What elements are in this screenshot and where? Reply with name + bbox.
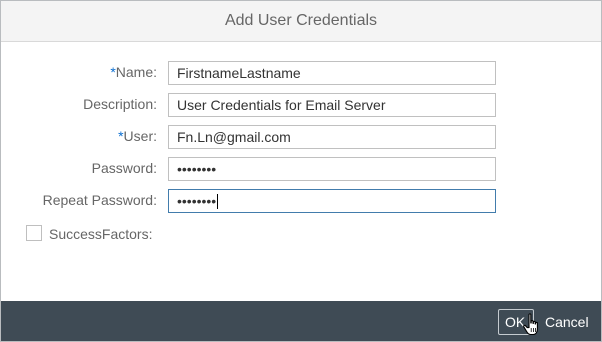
success-factors-label: SuccessFactors: <box>49 226 153 242</box>
text-caret <box>217 194 219 209</box>
user-input[interactable]: Fn.Ln@gmail.com <box>168 125 496 149</box>
dialog-footer: OK Cancel <box>1 301 601 341</box>
password-label: Password: <box>92 160 157 176</box>
dialog-title: Add User Credentials <box>224 12 378 29</box>
repeat-password-label-text: Repeat Password: <box>42 192 157 208</box>
user-input-value: Fn.Ln@gmail.com <box>177 129 291 145</box>
description-input[interactable]: User Credentials for Email Server <box>168 93 496 117</box>
description-input-value: User Credentials for Email Server <box>177 97 386 113</box>
password-input[interactable]: •••••••• <box>168 157 496 181</box>
password-input-value: •••••••• <box>177 161 217 177</box>
success-factors-checkbox[interactable] <box>26 225 42 241</box>
description-label-text: Description: <box>83 96 157 112</box>
repeat-password-input[interactable]: •••••••• <box>168 189 496 213</box>
name-label-text: Name: <box>115 64 157 80</box>
dialog-header: Add User Credentials <box>1 1 601 42</box>
user-label: *User: <box>118 128 157 144</box>
name-label: *Name: <box>110 64 157 80</box>
description-label: Description: <box>83 96 157 112</box>
name-input-value: FirstnameLastname <box>177 65 301 81</box>
name-input[interactable]: FirstnameLastname <box>168 61 496 85</box>
add-user-credentials-dialog: Add User Credentials *Name: FirstnameLas… <box>0 0 602 342</box>
password-label-text: Password: <box>91 160 157 176</box>
hand-pointer-icon <box>523 313 538 336</box>
user-label-text: User: <box>123 128 157 144</box>
repeat-password-label: Repeat Password: <box>43 192 157 208</box>
cancel-button[interactable]: Cancel <box>538 309 596 335</box>
repeat-password-input-value: •••••••• <box>177 193 217 209</box>
